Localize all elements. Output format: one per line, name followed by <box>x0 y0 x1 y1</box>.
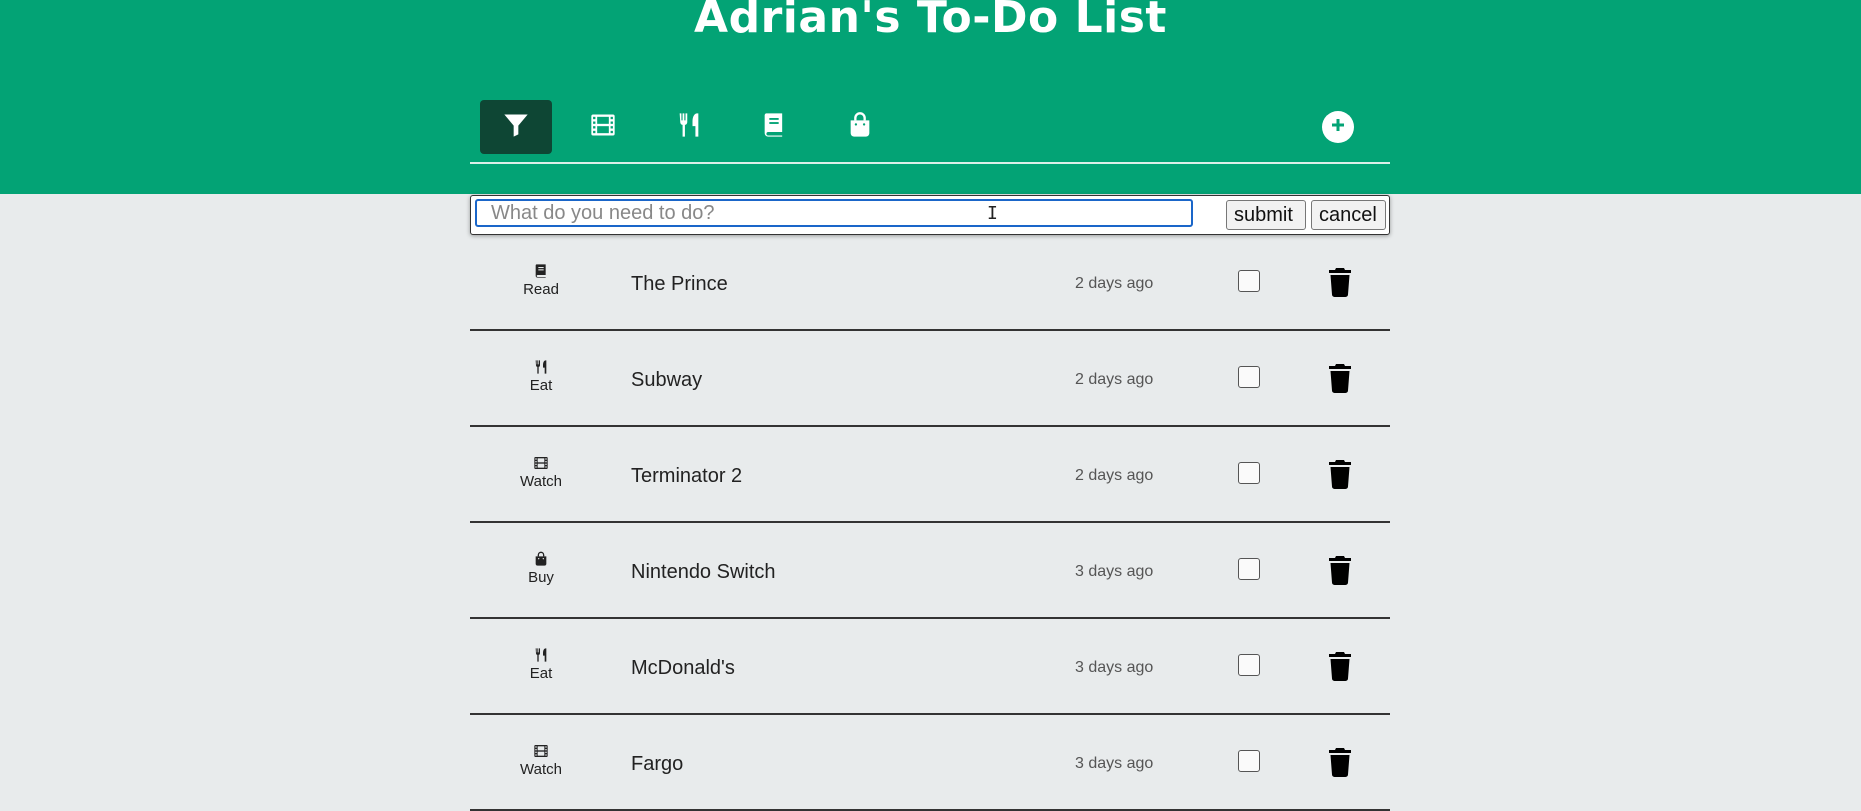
shopping-bag-icon <box>846 111 874 144</box>
task-title: The Prince <box>631 273 728 295</box>
task-time: 2 days ago <box>1075 275 1154 292</box>
delete-task-button[interactable] <box>1327 747 1353 777</box>
task-row: Read The Prince 2 days ago <box>470 235 1390 331</box>
shopping-bag-icon <box>490 551 592 567</box>
task-time: 3 days ago <box>1075 563 1154 580</box>
trash-icon <box>1327 556 1353 589</box>
task-category: Buy <box>490 551 592 586</box>
trash-icon <box>1327 748 1353 781</box>
new-task-input[interactable] <box>475 199 1193 227</box>
utensils-icon <box>490 359 592 375</box>
task-done-checkbox[interactable] <box>1238 270 1260 292</box>
task-title: Subway <box>631 369 703 391</box>
trash-icon <box>1327 652 1353 685</box>
task-list: Read The Prince 2 days ago Eat Subway 2 … <box>470 235 1390 811</box>
utensils-icon <box>675 111 703 144</box>
filter-icon <box>502 111 530 144</box>
book-icon <box>490 263 592 279</box>
task-done-checkbox[interactable] <box>1238 462 1260 484</box>
task-category: Read <box>490 263 592 298</box>
task-category: Watch <box>490 743 592 778</box>
task-done-checkbox[interactable] <box>1238 750 1260 772</box>
task-row: Eat McDonald's 3 days ago <box>470 619 1390 715</box>
delete-task-button[interactable] <box>1327 363 1353 393</box>
task-category-label: Watch <box>520 473 562 490</box>
task-time: 3 days ago <box>1075 659 1154 676</box>
task-time: 2 days ago <box>1075 467 1154 484</box>
book-icon <box>760 111 788 144</box>
task-done-checkbox[interactable] <box>1238 366 1260 388</box>
submit-button[interactable]: submit <box>1226 200 1306 230</box>
trash-icon <box>1327 364 1353 397</box>
task-done-checkbox[interactable] <box>1238 558 1260 580</box>
page-title: Adrian's To-Do List <box>694 0 1167 43</box>
trash-icon <box>1327 268 1353 301</box>
filter-buy-button[interactable] <box>824 100 896 154</box>
task-title: McDonald's <box>631 657 735 679</box>
new-task-form: submit cancel <box>470 195 1390 235</box>
task-category: Eat <box>490 647 592 682</box>
add-task-button[interactable] <box>1322 111 1354 143</box>
task-category: Watch <box>490 455 592 490</box>
task-category-label: Eat <box>529 665 553 682</box>
text-cursor-icon: I <box>987 203 998 224</box>
task-time: 2 days ago <box>1075 371 1154 388</box>
task-time: 3 days ago <box>1075 755 1154 772</box>
delete-task-button[interactable] <box>1327 651 1353 681</box>
filter-watch-button[interactable] <box>567 100 639 154</box>
task-category: Eat <box>490 359 592 394</box>
trash-icon <box>1327 460 1353 493</box>
header: Adrian's To-Do List <box>0 0 1861 194</box>
task-category-label: Eat <box>529 377 553 394</box>
filter-read-button[interactable] <box>738 100 810 154</box>
delete-task-button[interactable] <box>1327 555 1353 585</box>
cancel-button[interactable]: cancel <box>1311 200 1386 230</box>
task-row: Eat Subway 2 days ago <box>470 331 1390 427</box>
task-row: Watch Fargo 3 days ago <box>470 715 1390 811</box>
delete-task-button[interactable] <box>1327 459 1353 489</box>
film-icon <box>490 743 592 759</box>
task-title: Nintendo Switch <box>631 561 776 583</box>
plus-icon <box>1329 116 1347 139</box>
task-done-checkbox[interactable] <box>1238 654 1260 676</box>
filter-all-button[interactable] <box>480 100 552 154</box>
utensils-icon <box>490 647 592 663</box>
delete-task-button[interactable] <box>1327 267 1353 297</box>
task-title: Terminator 2 <box>631 465 743 487</box>
task-category-label: Read <box>523 281 559 298</box>
task-category-label: Watch <box>520 761 562 778</box>
task-category-label: Buy <box>528 569 554 586</box>
film-icon <box>589 111 617 144</box>
filter-bar <box>470 100 1390 164</box>
task-row: Buy Nintendo Switch 3 days ago <box>470 523 1390 619</box>
film-icon <box>490 455 592 471</box>
task-row: Watch Terminator 2 2 days ago <box>470 427 1390 523</box>
filter-eat-button[interactable] <box>653 100 725 154</box>
